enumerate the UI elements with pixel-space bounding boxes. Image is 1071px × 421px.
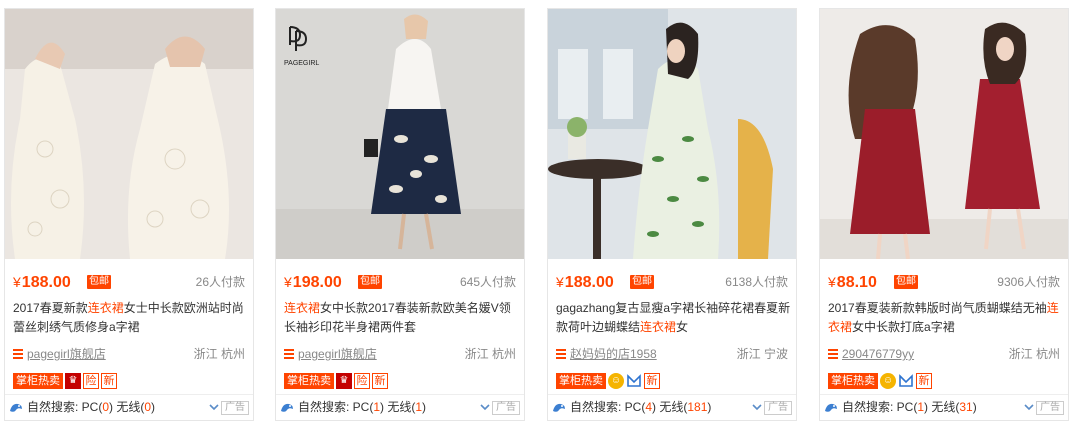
- chevron-down-icon[interactable]: [1024, 402, 1034, 412]
- shop-icon: [556, 349, 566, 359]
- free-shipping-badge: 包邮: [87, 275, 111, 289]
- product-image[interactable]: PAGEGIRL: [276, 9, 524, 259]
- product-image[interactable]: [820, 9, 1068, 259]
- shop-name-link[interactable]: pagegirl旗舰店: [27, 345, 106, 363]
- zhanggui-badge[interactable]: 掌柜热卖: [828, 373, 878, 389]
- shop-row: pagegirl旗舰店 浙江 杭州: [13, 345, 245, 363]
- product-title-link[interactable]: gagazhang复古显瘦a字裙长袖碎花裙春夏新款荷叶边蝴蝶结连衣裙女: [556, 299, 792, 337]
- search-stats-bar: 自然搜索: PC(1) 无线(1) 广告: [276, 394, 524, 420]
- ad-label: 广告: [764, 401, 792, 415]
- shop-row: 290476779yy 浙江 杭州: [828, 345, 1060, 363]
- service-badges: 掌柜热卖 ☺ 新: [828, 373, 934, 389]
- natural-search-stats: 自然搜索: PC(4) 无线(181): [570, 400, 712, 414]
- chevron-down-icon[interactable]: [209, 402, 219, 412]
- zhanggui-badge[interactable]: 掌柜热卖: [284, 373, 334, 389]
- price-row: ¥188.00 包邮 6138人付款: [556, 272, 788, 292]
- shop-row: pagegirl旗舰店 浙江 杭州: [284, 345, 516, 363]
- gold-seller-icon[interactable]: ☺: [880, 373, 896, 389]
- product-title-link[interactable]: 连衣裙女中长款2017春装新款欧美名媛V领长袖衫印花半身裙两件套: [284, 299, 520, 337]
- shield-icon[interactable]: [898, 373, 914, 389]
- product-title-link[interactable]: 2017春夏装新款韩版时尚气质蝴蝶结无袖连衣裙女中长款打底a字裙: [828, 299, 1064, 337]
- product-card[interactable]: ¥188.00 包邮 26人付款 2017春夏新款连衣裙女士中长款欧洲站时尚蕾丝…: [4, 8, 254, 421]
- bird-icon: [825, 403, 837, 412]
- zhanggui-badge[interactable]: 掌柜热卖: [556, 373, 606, 389]
- zhanggui-badge[interactable]: 掌柜热卖: [13, 373, 63, 389]
- shield-icon[interactable]: [626, 373, 642, 389]
- search-stats-bar: 自然搜索: PC(1) 无线(31) 广告: [820, 394, 1068, 420]
- new-badge[interactable]: 新: [101, 373, 117, 389]
- natural-search-stats: 自然搜索: PC(0) 无线(0): [27, 400, 156, 414]
- price-row: ¥88.10 包邮 9306人付款: [828, 272, 1060, 292]
- product-card[interactable]: ¥188.00 包邮 6138人付款 gagazhang复古显瘦a字裙长袖碎花裙…: [547, 8, 797, 421]
- price-row: ¥198.00 包邮 645人付款: [284, 272, 516, 292]
- location: 浙江 宁波: [736, 347, 788, 361]
- price-row: ¥188.00 包邮 26人付款: [13, 272, 245, 292]
- shop-row: 赵妈妈的店1958 浙江 宁波: [556, 345, 788, 363]
- bird-icon: [553, 403, 565, 412]
- price: ¥188.00: [556, 274, 614, 291]
- deal-count: 9306人付款: [997, 275, 1060, 289]
- natural-search-stats: 自然搜索: PC(1) 无线(1): [298, 400, 427, 414]
- product-card[interactable]: ¥88.10 包邮 9306人付款 2017春夏装新款韩版时尚气质蝴蝶结无袖连衣…: [819, 8, 1069, 421]
- shop-icon: [828, 349, 838, 359]
- price: ¥188.00: [13, 274, 71, 291]
- brand-logo-text: PAGEGIRL: [284, 60, 319, 67]
- ad-label: 广告: [492, 401, 520, 415]
- shop-name-link[interactable]: 赵妈妈的店1958: [570, 345, 657, 363]
- insurance-badge[interactable]: 险: [354, 373, 370, 389]
- service-badges: 掌柜热卖 ☺ 新: [556, 373, 662, 389]
- product-title-link[interactable]: 2017春夏新款连衣裙女士中长款欧洲站时尚蕾丝刺绣气质修身a字裙: [13, 299, 249, 337]
- search-stats-bar: 自然搜索: PC(4) 无线(181) 广告: [548, 394, 796, 420]
- shop-icon: [13, 349, 23, 359]
- product-photo-floral-skirt: PAGEGIRL: [276, 9, 524, 259]
- deal-count: 645人付款: [459, 275, 516, 289]
- product-grid: ¥188.00 包邮 26人付款 2017春夏新款连衣裙女士中长款欧洲站时尚蕾丝…: [0, 0, 1071, 421]
- bird-icon: [10, 403, 22, 412]
- shop-icon: [284, 349, 294, 359]
- new-badge[interactable]: 新: [644, 373, 660, 389]
- free-shipping-badge: 包邮: [630, 275, 654, 289]
- new-badge[interactable]: 新: [916, 373, 932, 389]
- insurance-badge[interactable]: 险: [83, 373, 99, 389]
- ad-label: 广告: [1036, 401, 1064, 415]
- product-image[interactable]: [5, 9, 253, 259]
- chevron-down-icon[interactable]: [480, 402, 490, 412]
- service-badges: 掌柜热卖 ♛ 险新: [284, 373, 390, 389]
- product-card[interactable]: PAGEGIRL ¥198.00 包邮 645人付款 连衣裙女中长款2017春装…: [275, 8, 525, 421]
- natural-search-stats: 自然搜索: PC(1) 无线(31): [842, 400, 977, 414]
- shop-name-link[interactable]: pagegirl旗舰店: [298, 345, 377, 363]
- new-badge[interactable]: 新: [372, 373, 388, 389]
- location: 浙江 杭州: [193, 347, 245, 361]
- location: 浙江 杭州: [464, 347, 516, 361]
- tmall-cat-icon[interactable]: ♛: [65, 373, 81, 389]
- chevron-down-icon[interactable]: [752, 402, 762, 412]
- bird-icon: [281, 403, 293, 412]
- gold-seller-icon[interactable]: ☺: [608, 373, 624, 389]
- price: ¥198.00: [284, 274, 342, 291]
- product-photo-red-sleeveless-dress: [820, 9, 1068, 259]
- product-image[interactable]: [548, 9, 796, 259]
- tmall-cat-icon[interactable]: ♛: [336, 373, 352, 389]
- price: ¥88.10: [828, 274, 877, 291]
- product-photo-lace-dress: [5, 9, 253, 259]
- free-shipping-badge: 包邮: [894, 275, 918, 289]
- service-badges: 掌柜热卖 ♛ 险新: [13, 373, 119, 389]
- deal-count: 6138人付款: [725, 275, 788, 289]
- shop-name-link[interactable]: 290476779yy: [842, 345, 914, 363]
- search-stats-bar: 自然搜索: PC(0) 无线(0) 广告: [5, 394, 253, 420]
- product-photo-green-floral-dress: [548, 9, 796, 259]
- location: 浙江 杭州: [1008, 347, 1060, 361]
- free-shipping-badge: 包邮: [358, 275, 382, 289]
- deal-count: 26人付款: [195, 275, 245, 289]
- ad-label: 广告: [221, 401, 249, 415]
